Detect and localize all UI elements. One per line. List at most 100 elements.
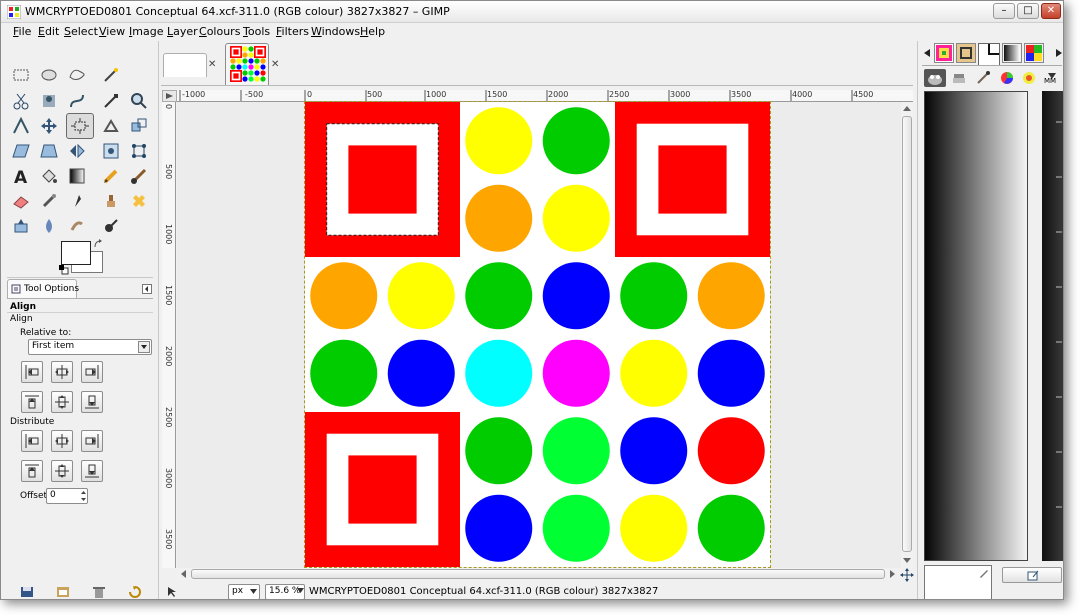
gradient-list-strip[interactable] — [1042, 91, 1063, 561]
foreground-select-icon[interactable] — [37, 89, 61, 113]
pencil-icon[interactable] — [99, 164, 123, 188]
navigate-icon[interactable] — [900, 568, 914, 582]
paths-tab-icon[interactable] — [976, 71, 990, 85]
tab-brush[interactable] — [956, 43, 976, 63]
reset-tool-options-icon[interactable] — [128, 586, 142, 598]
unit-select[interactable]: px — [228, 584, 260, 599]
scroll-right-icon[interactable] — [889, 569, 897, 579]
text-tool-icon[interactable]: A — [9, 164, 33, 188]
distribute-middle-button[interactable] — [51, 460, 73, 482]
rect-select-icon[interactable] — [9, 63, 33, 87]
offset-spinbox[interactable]: 0 — [46, 488, 88, 504]
edit-gradient-icon[interactable] — [979, 568, 989, 578]
align-left-edge-button[interactable] — [21, 361, 43, 383]
dock-scroll-right-icon[interactable] — [1055, 49, 1063, 57]
relative-to-select[interactable]: First item — [28, 339, 152, 355]
tab-pattern[interactable] — [934, 43, 954, 63]
horizontal-scrollbar[interactable] — [177, 568, 901, 580]
scale-icon[interactable] — [127, 114, 151, 138]
unified-transform-icon[interactable] — [127, 139, 151, 163]
default-colors-icon[interactable] — [59, 265, 69, 275]
colour-wheel-icon[interactable] — [1000, 71, 1014, 85]
menu-select[interactable]: Select — [64, 25, 98, 38]
image-artwork[interactable] — [305, 102, 770, 567]
gradient-editor-preview[interactable] — [924, 565, 992, 599]
transform-icon[interactable] — [99, 114, 123, 138]
move-icon[interactable] — [37, 114, 61, 138]
shear-icon[interactable] — [9, 139, 33, 163]
swap-colors-icon[interactable] — [93, 239, 103, 249]
distribute-top-button[interactable] — [21, 460, 43, 482]
heal-icon[interactable] — [127, 189, 151, 213]
clone-icon[interactable] — [99, 189, 123, 213]
spin-arrows-icon[interactable] — [80, 489, 87, 503]
image-tab-2-close-icon[interactable]: ✕ — [271, 59, 279, 70]
menu-layer[interactable]: Layer — [167, 25, 198, 38]
menu-colours[interactable]: Colours — [199, 25, 240, 38]
bucket-fill-icon[interactable] — [37, 164, 61, 188]
menu-windows[interactable]: Windows — [311, 25, 360, 38]
blur-icon[interactable] — [37, 214, 61, 238]
color-picker-icon[interactable] — [99, 89, 123, 113]
dock-scroll-left-icon[interactable] — [923, 49, 931, 57]
paintbrush-icon[interactable] — [127, 164, 151, 188]
smudge-icon[interactable] — [65, 214, 89, 238]
restore-tool-options-icon[interactable] — [56, 586, 70, 598]
maximize-button[interactable]: □ — [1017, 3, 1039, 19]
eraser-icon[interactable] — [9, 189, 33, 213]
vertical-scrollbar[interactable] — [901, 102, 913, 568]
align-bottom-edge-button[interactable] — [81, 391, 103, 413]
brushes-tab-icon[interactable] — [1022, 71, 1036, 85]
save-tool-options-icon[interactable] — [20, 586, 34, 598]
align-top-edge-button[interactable] — [21, 391, 43, 413]
horizontal-scroll-thumb[interactable] — [191, 569, 885, 579]
image-tab-1[interactable] — [163, 53, 207, 77]
tab-gradient-editor[interactable] — [978, 43, 1000, 65]
align-center-button[interactable] — [51, 361, 73, 383]
ink-icon[interactable] — [65, 189, 89, 213]
free-select-icon[interactable] — [65, 63, 89, 87]
align-right-edge-button[interactable] — [81, 361, 103, 383]
scroll-left-icon[interactable] — [179, 569, 187, 579]
close-button[interactable]: ✕ — [1041, 3, 1061, 19]
distribute-right-button[interactable] — [81, 430, 103, 452]
menu-image[interactable]: Image — [129, 25, 163, 38]
fuzzy-select-icon[interactable] — [99, 63, 123, 87]
menu-tools[interactable]: Tools — [243, 25, 270, 38]
fg-bg-colors[interactable] — [59, 239, 105, 275]
gradient-preview[interactable] — [924, 91, 1028, 561]
vertical-scroll-thumb[interactable] — [902, 116, 912, 552]
menu-file[interactable]: File — [13, 25, 31, 38]
flip-icon[interactable] — [65, 139, 89, 163]
channels-icon[interactable] — [952, 71, 966, 85]
paths-icon[interactable] — [65, 89, 89, 113]
align-middle-button[interactable] — [51, 391, 73, 413]
distribute-center-button[interactable] — [51, 430, 73, 452]
delete-tool-options-icon[interactable] — [92, 586, 106, 598]
tab-palettes[interactable] — [1024, 43, 1044, 63]
dodge-burn-icon[interactable] — [99, 214, 123, 238]
measure-icon[interactable] — [9, 114, 33, 138]
perspective-icon[interactable] — [37, 139, 61, 163]
zoom-icon[interactable] — [127, 89, 151, 113]
tab-gradients[interactable] — [1002, 43, 1022, 63]
airbrush-icon[interactable] — [37, 189, 61, 213]
zoom-dropdown-icon[interactable] — [297, 588, 304, 593]
tab-tool-options[interactable]: Tool Options — [7, 279, 79, 299]
cage-transform-icon[interactable] — [99, 139, 123, 163]
align-tool-icon[interactable] — [66, 113, 94, 139]
configure-tab-icon[interactable] — [142, 284, 152, 294]
menu-edit[interactable]: Edit — [38, 25, 59, 38]
new-gradient-button[interactable] — [1002, 567, 1062, 583]
distribute-left-button[interactable] — [21, 430, 43, 452]
perspective-clone-icon[interactable] — [9, 214, 33, 238]
menu-view[interactable]: View — [99, 25, 125, 38]
gradient-icon[interactable] — [65, 164, 89, 188]
menu-filters[interactable]: Filters — [276, 25, 309, 38]
scroll-down-icon[interactable] — [902, 557, 912, 565]
tab-layers[interactable] — [924, 69, 946, 87]
scissors-icon[interactable] — [9, 89, 33, 113]
scroll-up-icon[interactable] — [902, 104, 912, 112]
image-tab-2[interactable] — [225, 43, 269, 85]
foreground-color-swatch[interactable] — [61, 241, 91, 265]
